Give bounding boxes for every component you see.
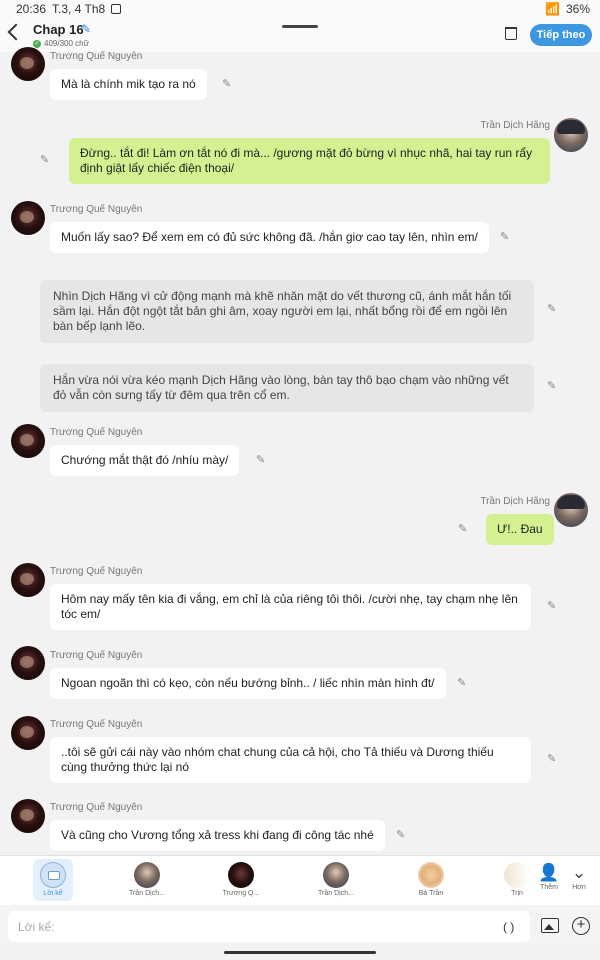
- status-bar: 20:36 T.3, 4 Th8 📶 36%: [0, 0, 600, 18]
- sender-name: Trần Dịch Hãng: [480, 496, 550, 507]
- character-label: Trần Dịch...: [129, 890, 165, 897]
- more-button[interactable]: ⌄ Hơn: [564, 862, 594, 891]
- character-label: Lời kể: [43, 890, 63, 897]
- message-bubble[interactable]: ..tôi sẽ gửi cái này vào nhóm chat chung…: [50, 737, 531, 783]
- narrator-icon: [40, 862, 66, 888]
- message-bubble[interactable]: Chướng mắt thật đó /nhíu mày/: [50, 445, 240, 476]
- avatar[interactable]: [11, 47, 45, 81]
- message-bubble[interactable]: Muốn lấy sao? Để xem em có đủ sức không …: [50, 222, 489, 253]
- sender-name: Trương Quế Nguyên: [50, 566, 143, 577]
- message-bubble[interactable]: Ngoan ngoãn thì có kẹo, còn nếu bướng bỉ…: [50, 668, 446, 699]
- back-arrow-icon[interactable]: [7, 23, 25, 41]
- check-icon: ✓: [33, 39, 41, 48]
- edit-icon[interactable]: ✎: [500, 231, 512, 243]
- character-avatar: [504, 862, 530, 888]
- add-person-icon: 👤: [538, 863, 560, 882]
- character-item[interactable]: Trần Dịch...: [306, 859, 366, 897]
- edit-icon[interactable]: ✎: [457, 677, 469, 689]
- sender-name: Trương Quế Nguyên: [50, 51, 143, 62]
- avatar[interactable]: [11, 424, 45, 458]
- character-label: Bà Trần: [418, 890, 444, 897]
- avatar[interactable]: [11, 799, 45, 833]
- edit-icon[interactable]: ✎: [547, 753, 559, 765]
- word-count: ✓ 409/300 chữ: [33, 39, 89, 48]
- character-narrator[interactable]: Lời kể: [23, 859, 83, 901]
- edit-icon[interactable]: ✎: [256, 454, 268, 466]
- add-label: Thêm: [540, 884, 558, 891]
- message-bubble[interactable]: Và cũng cho Vương tổng xả tress khi đang…: [50, 820, 385, 851]
- edit-icon[interactable]: ✎: [547, 600, 559, 612]
- avatar[interactable]: [554, 493, 588, 527]
- message-bubble[interactable]: Ư!.. Đau: [486, 514, 554, 545]
- chevron-down-icon: ⌄: [571, 863, 587, 882]
- character-avatar: [134, 862, 160, 888]
- sender-name: Trương Quế Nguyên: [50, 650, 143, 661]
- sender-name: Trần Dịch Hãng: [480, 120, 550, 131]
- edit-icon[interactable]: ✎: [458, 523, 470, 535]
- parenthesis-button[interactable]: ( ): [503, 920, 514, 934]
- sender-name: Trương Quế Nguyên: [50, 427, 143, 438]
- avatar[interactable]: [11, 201, 45, 235]
- sender-name: Trương Quế Nguyên: [50, 719, 143, 730]
- edit-icon[interactable]: ✎: [547, 303, 559, 315]
- plus-icon[interactable]: +: [572, 917, 590, 935]
- edit-icon[interactable]: ✎: [40, 154, 52, 166]
- message-bubble[interactable]: Hôm nay mấy tên kia đi vắng, em chỉ là c…: [50, 584, 531, 630]
- edit-icon[interactable]: ✎: [396, 829, 408, 841]
- message-bubble[interactable]: Mà là chính mik tạo ra nó: [50, 69, 207, 100]
- avatar[interactable]: [554, 118, 588, 152]
- message-input[interactable]: [8, 911, 530, 942]
- home-indicator[interactable]: [224, 951, 376, 954]
- character-item[interactable]: Trần Dịch...: [117, 859, 177, 897]
- status-date: T.3, 4 Th8: [52, 2, 106, 16]
- more-label: Hơn: [572, 884, 586, 891]
- sender-name: Trương Quế Nguyên: [50, 802, 143, 813]
- character-label: Trịn: [511, 890, 523, 897]
- image-icon[interactable]: [541, 918, 559, 933]
- avatar[interactable]: [11, 646, 45, 680]
- trash-icon[interactable]: [505, 27, 517, 40]
- character-label: Trần Dịch...: [318, 890, 354, 897]
- drag-handle[interactable]: [282, 25, 318, 28]
- battery-percent: 36%: [565, 2, 590, 16]
- edit-title-icon[interactable]: ✎: [81, 22, 91, 36]
- character-item[interactable]: Trịn: [497, 859, 537, 897]
- input-bar: ( ) +: [0, 906, 600, 946]
- character-item[interactable]: Trương Q...: [211, 859, 271, 897]
- sender-name: Trương Quế Nguyên: [50, 204, 143, 215]
- character-item[interactable]: Bà Trần: [401, 859, 461, 897]
- character-avatar: [228, 862, 254, 888]
- character-avatar: [323, 862, 349, 888]
- character-avatar: [418, 862, 444, 888]
- gallery-notification-icon: [111, 4, 122, 14]
- status-time: 20:36: [16, 2, 47, 16]
- chapter-header: Chap 16 ✎ ✓ 409/300 chữ Tiếp theo: [0, 18, 600, 52]
- avatar[interactable]: [11, 716, 45, 750]
- avatar[interactable]: [11, 563, 45, 597]
- next-chapter-button[interactable]: Tiếp theo: [530, 24, 592, 46]
- wifi-icon: 📶: [545, 2, 560, 16]
- add-character-button[interactable]: 👤 Thêm: [534, 862, 564, 891]
- narration-bubble[interactable]: Hắn vừa nói vừa kéo mạnh Dịch Hãng vào l…: [40, 364, 534, 412]
- character-selector: Lời kể Trần Dịch... Trương Q... Trần Dịc…: [0, 855, 600, 905]
- narration-bubble[interactable]: Nhìn Dịch Hãng vì cử động mạnh mà khẽ nh…: [40, 280, 534, 343]
- word-count-text: 409/300 chữ: [44, 39, 89, 48]
- message-bubble[interactable]: Đừng.. tắt đi! Làm ơn tắt nó đi mà... /g…: [69, 138, 550, 184]
- edit-icon[interactable]: ✎: [222, 78, 234, 90]
- edit-icon[interactable]: ✎: [547, 380, 559, 392]
- character-label: Trương Q...: [222, 890, 260, 897]
- chapter-title[interactable]: Chap 16: [33, 22, 84, 37]
